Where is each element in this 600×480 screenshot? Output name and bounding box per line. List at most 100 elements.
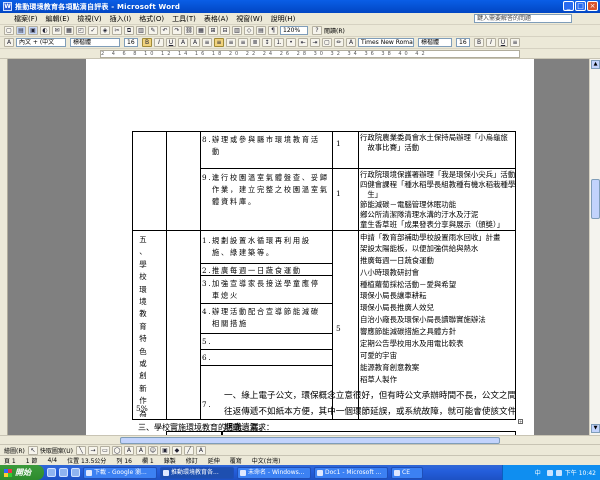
format-painter-icon[interactable]: ✎ <box>148 26 158 35</box>
menu-table[interactable]: 表格(A) <box>204 14 228 24</box>
wordart-icon[interactable]: A <box>135 445 146 455</box>
font-size-select-2[interactable]: 16 <box>456 38 470 47</box>
status-extend[interactable]: 延伸 <box>208 456 220 465</box>
research-icon[interactable]: ◈ <box>100 26 110 35</box>
bullets-icon[interactable]: • <box>286 38 296 47</box>
spelling-icon[interactable]: ✓ <box>88 26 98 35</box>
line-spacing-icon[interactable]: ↕ <box>262 38 272 47</box>
task-word-doc[interactable]: 推動環境教育各... <box>160 466 234 479</box>
line-color-icon[interactable]: ╱ <box>183 445 194 455</box>
show-hide-icon[interactable]: ¶ <box>268 26 278 35</box>
font-color-draw-icon[interactable]: A <box>195 445 206 455</box>
underline-icon-2[interactable]: U <box>498 38 508 47</box>
drawing-icon[interactable]: ◇ <box>244 26 254 35</box>
draw-menu-button[interactable]: 繪圖(R) <box>4 446 25 455</box>
redo-icon[interactable]: ↷ <box>172 26 182 35</box>
task-google[interactable]: 下載 - Google 瀏... <box>83 466 157 479</box>
style-select[interactable]: 內文 + (中文 <box>16 38 66 47</box>
menu-help[interactable]: 說明(H) <box>271 14 296 24</box>
increase-indent-icon[interactable]: ⇥ <box>310 38 320 47</box>
font-color-icon[interactable]: A <box>346 38 356 47</box>
outside-border-icon[interactable]: ▢ <box>322 38 332 47</box>
status-overtype[interactable]: 覆寫 <box>230 456 242 465</box>
align-left-icon[interactable]: ≡ <box>202 38 212 47</box>
quick-launch-desktop-icon[interactable] <box>59 468 68 477</box>
open-icon[interactable]: ▤ <box>16 26 26 35</box>
styles-pane-icon[interactable]: A <box>4 38 14 47</box>
horizontal-scrollbar[interactable] <box>0 435 600 444</box>
align-right-icon[interactable]: ≡ <box>226 38 236 47</box>
columns-icon[interactable]: ▥ <box>232 26 242 35</box>
select-objects-icon[interactable]: ↖ <box>27 445 38 455</box>
rectangle-icon[interactable]: ▭ <box>99 445 110 455</box>
cut-icon[interactable]: ✂ <box>112 26 122 35</box>
close-button[interactable]: × <box>587 1 598 11</box>
justify-icon[interactable]: ≡ <box>238 38 248 47</box>
scroll-up-icon[interactable]: ▲ <box>591 60 600 69</box>
clipart-icon[interactable]: ☺ <box>147 445 158 455</box>
ime-indicator[interactable]: 中 <box>535 468 541 477</box>
menu-format[interactable]: 格式(O) <box>139 14 164 24</box>
quick-launch-media-icon[interactable] <box>71 468 80 477</box>
menu-view[interactable]: 檢視(V) <box>77 14 101 24</box>
document-map-icon[interactable]: ▤ <box>256 26 266 35</box>
tables-borders-icon[interactable]: ▦ <box>196 26 206 35</box>
help-search-input[interactable]: 鍵入需要解答的問題 <box>474 14 572 23</box>
maximize-button[interactable]: □ <box>575 1 586 11</box>
print-icon[interactable]: ▦ <box>64 26 74 35</box>
copy-icon[interactable]: ⧉ <box>124 26 134 35</box>
zoom-select[interactable]: 120% <box>280 26 308 35</box>
horizontal-ruler[interactable]: 2 4 6 8 10 12 14 16 18 20 22 24 26 28 30… <box>0 49 600 59</box>
distributed-icon[interactable]: ≣ <box>250 38 260 47</box>
bold-icon-2[interactable]: B <box>474 38 484 47</box>
network-icon[interactable] <box>546 469 553 476</box>
align-icon-2[interactable]: ≡ <box>510 38 520 47</box>
oval-icon[interactable]: ◯ <box>111 445 122 455</box>
autoshapes-button[interactable]: 快取圖案(U) <box>40 446 73 455</box>
arrow-icon[interactable]: → <box>87 445 98 455</box>
font-cn-select[interactable]: 標楷體 <box>418 38 452 47</box>
vertical-scrollbar[interactable]: ▲ ▼ <box>589 59 600 435</box>
menu-window[interactable]: 視窗(W) <box>236 14 262 24</box>
underline-icon[interactable]: U <box>166 38 176 47</box>
font-en-select[interactable]: Times New Roman <box>358 38 414 47</box>
insert-excel-icon[interactable]: ⊟ <box>220 26 230 35</box>
menu-tools[interactable]: 工具(T) <box>172 14 196 24</box>
char-border-icon[interactable]: A <box>178 38 188 47</box>
new-doc-icon[interactable]: ▢ <box>4 26 14 35</box>
highlight-icon[interactable]: ✏ <box>334 38 344 47</box>
fill-color-icon[interactable]: ◆ <box>171 445 182 455</box>
italic-icon[interactable]: I <box>154 38 164 47</box>
paste-icon[interactable]: ▥ <box>136 26 146 35</box>
print-preview-icon[interactable]: ◰ <box>76 26 86 35</box>
help-icon[interactable]: ? <box>312 26 322 35</box>
task-untitled[interactable]: 未命名 - Windows... <box>237 466 311 479</box>
menu-insert[interactable]: 插入(I) <box>110 14 132 24</box>
menu-file[interactable]: 檔案(F) <box>14 14 38 24</box>
align-center-icon[interactable]: ≡ <box>214 38 224 47</box>
status-record[interactable]: 錄製 <box>164 456 176 465</box>
email-icon[interactable]: ✉ <box>52 26 62 35</box>
menu-edit[interactable]: 編輯(E) <box>46 14 70 24</box>
scroll-thumb[interactable] <box>591 179 600 219</box>
font-select[interactable]: 標楷體 <box>70 38 120 47</box>
read-mode-button[interactable]: 閱讀(R) <box>324 26 345 35</box>
document-page[interactable]: 8. 辦理或參與縣市環境教育活 動 1 行政院農業委員會水土保持局辦理「小烏龜旅… <box>86 59 534 435</box>
line-icon[interactable]: ╲ <box>75 445 86 455</box>
volume-icon[interactable] <box>555 469 562 476</box>
title-bar[interactable]: W 推動環境教育各項點滴自評表 - Microsoft Word _ □ × <box>0 0 600 13</box>
font-size-select[interactable]: 16 <box>124 38 138 47</box>
char-shading-icon[interactable]: A <box>190 38 200 47</box>
task-ce[interactable]: CE <box>391 466 423 479</box>
quick-launch-ie-icon[interactable] <box>47 468 56 477</box>
picture-icon[interactable]: ▣ <box>159 445 170 455</box>
permission-icon[interactable]: ◐ <box>40 26 50 35</box>
task-doc1[interactable]: Doc1 - Microsoft ... <box>314 466 388 479</box>
textbox-icon[interactable]: A <box>123 445 134 455</box>
clock[interactable]: 下午 10:42 <box>565 468 596 477</box>
italic-icon-2[interactable]: I <box>486 38 496 47</box>
bold-icon[interactable]: B <box>142 38 152 47</box>
insert-table-icon[interactable]: ⊞ <box>208 26 218 35</box>
hyperlink-icon[interactable]: ⛓ <box>184 26 194 35</box>
decrease-indent-icon[interactable]: ⇤ <box>298 38 308 47</box>
